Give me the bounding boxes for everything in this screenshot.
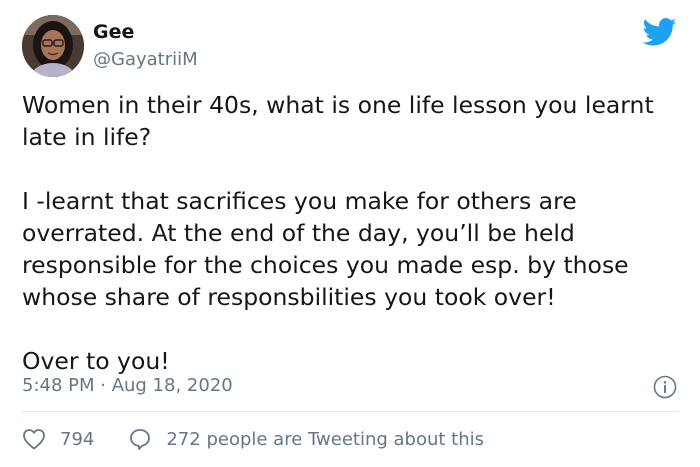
twitter-bird-icon[interactable]: [642, 18, 677, 46]
tweeting-about-text: 272 people are Tweeting about this: [166, 428, 485, 450]
like-button[interactable]: 794: [22, 428, 94, 450]
tweet-paragraph: Over to you!: [22, 347, 170, 375]
speech-bubble-icon: [128, 427, 152, 451]
tweet-card: Gee @GayatriiM Women in their 40s, what …: [0, 0, 700, 467]
avatar[interactable]: [22, 15, 84, 77]
avatar-photo: [22, 15, 84, 77]
like-count: 794: [60, 428, 95, 450]
tweet-actions: 794 272 people are Tweeting about this: [22, 426, 484, 452]
tweet-paragraph: I -learnt that sacrifices you make for o…: [22, 187, 629, 311]
conversation-link[interactable]: 272 people are Tweeting about this: [128, 427, 484, 451]
tweet-timestamp[interactable]: 5:48 PM · Aug 18, 2020: [22, 374, 233, 398]
heart-icon: [22, 428, 46, 450]
tweet-paragraph: Women in their 40s, what is one life les…: [22, 91, 654, 151]
user-display-name[interactable]: Gee: [93, 21, 134, 43]
tweet-body: Women in their 40s, what is one life les…: [22, 89, 687, 377]
info-icon[interactable]: [653, 375, 677, 399]
user-handle[interactable]: @GayatriiM: [93, 49, 198, 71]
divider: [22, 411, 678, 412]
